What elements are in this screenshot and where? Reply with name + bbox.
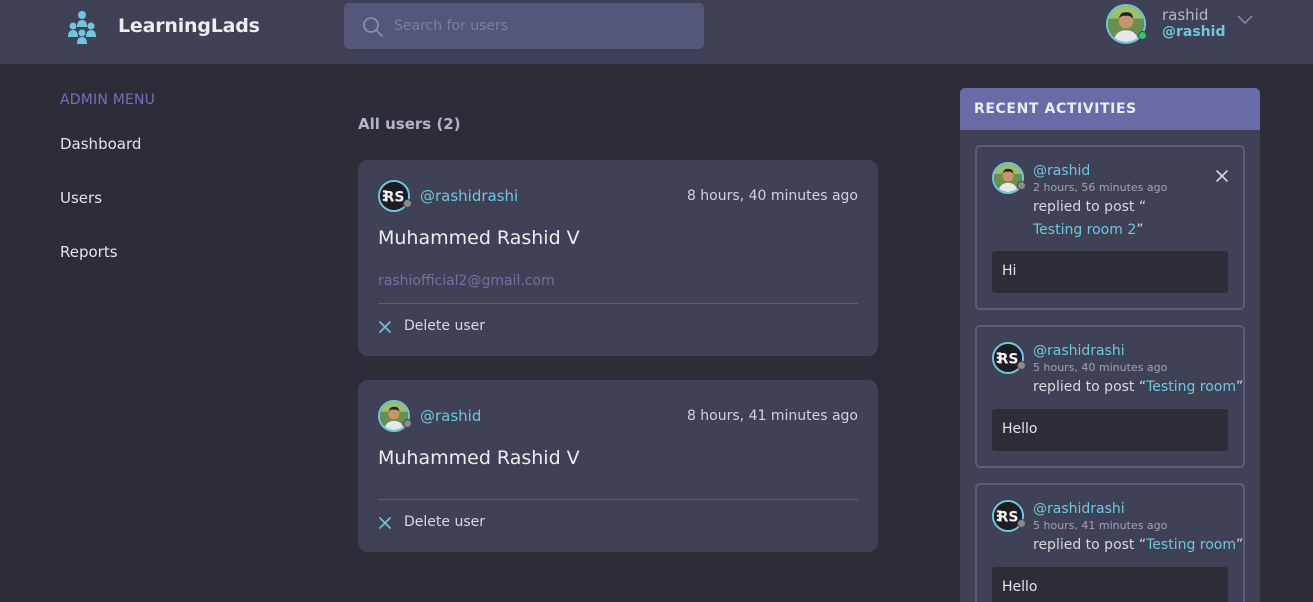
activity-message: Hello	[992, 567, 1228, 602]
activity-action: replied to post “	[1033, 199, 1147, 215]
activity-message: Hello	[992, 409, 1228, 451]
user-card: @rashid 8 hours, 41 minutes ago Muhammed…	[358, 380, 878, 552]
activity-item: @rashidrashi 5 hours, 41 minutes ago rep…	[975, 483, 1245, 602]
delete-user-button[interactable]: Delete user	[378, 512, 498, 532]
activity-description: replied to post “Testing room”	[1033, 379, 1243, 395]
learninglads-logo-icon[interactable]	[64, 9, 100, 45]
all-users-heading: All users (2)	[358, 115, 461, 133]
activity-message: Hi	[992, 251, 1228, 293]
search-input[interactable]	[394, 3, 694, 49]
activity-time: 5 hours, 41 minutes ago	[1033, 519, 1168, 532]
user-email: rashiofficial2@gmail.com	[378, 273, 555, 289]
card-divider	[378, 499, 858, 500]
activity-quote-close: ”	[1236, 537, 1244, 553]
activity-user-handle[interactable]: @rashidrashi	[1033, 501, 1125, 517]
activity-post-link[interactable]: Testing room 2	[1033, 222, 1136, 238]
user-created-time: 8 hours, 40 minutes ago	[686, 188, 858, 204]
activity-post-link[interactable]: Testing room	[1146, 537, 1236, 553]
user-handle-link[interactable]: @rashid	[420, 407, 481, 425]
activity-time: 5 hours, 40 minutes ago	[1033, 361, 1168, 374]
recent-activities-title: RECENT ACTIVITIES	[960, 88, 1260, 130]
activity-user-handle[interactable]: @rashid	[1033, 163, 1090, 179]
activity-post-line: Testing room 2”	[1033, 222, 1144, 238]
close-icon	[378, 320, 392, 334]
chevron-down-icon[interactable]	[1236, 12, 1254, 26]
header-user-handle: @rashid	[1162, 24, 1226, 40]
activity-time: 2 hours, 56 minutes ago	[1033, 181, 1168, 194]
close-icon	[378, 516, 392, 530]
search-icon	[363, 17, 383, 37]
activity-post-link[interactable]: Testing room	[1146, 379, 1236, 395]
brand-name[interactable]: LearningLads	[118, 15, 260, 37]
header-user-name: rashid	[1162, 6, 1209, 24]
user-created-time: 8 hours, 41 minutes ago	[686, 408, 858, 424]
activity-item: @rashidrashi 5 hours, 40 minutes ago rep…	[975, 325, 1245, 468]
offline-status-dot	[403, 419, 412, 428]
recent-activities-panel: RECENT ACTIVITIES @rashid 2 hours, 56 mi…	[960, 88, 1260, 602]
delete-user-label: Delete user	[404, 514, 485, 530]
delete-user-button[interactable]: Delete user	[378, 316, 498, 336]
close-icon[interactable]	[1215, 169, 1229, 183]
user-search[interactable]	[344, 3, 704, 49]
activity-action: replied to post “	[1033, 537, 1147, 553]
card-divider	[378, 303, 858, 304]
offline-status-dot	[1017, 519, 1026, 528]
offline-status-dot	[1017, 361, 1026, 370]
activity-quote-close: ”	[1136, 222, 1144, 238]
sidebar-item-reports[interactable]: Reports	[60, 243, 118, 261]
activity-user-handle[interactable]: @rashidrashi	[1033, 343, 1125, 359]
user-card: @rashidrashi 8 hours, 40 minutes ago Muh…	[358, 160, 878, 356]
admin-menu-title: ADMIN MENU	[60, 92, 156, 108]
sidebar-item-dashboard[interactable]: Dashboard	[60, 135, 141, 153]
user-full-name: Muhammed Rashid V	[378, 447, 580, 469]
user-menu[interactable]: rashid @rashid	[1106, 4, 1256, 44]
activity-item: @rashid 2 hours, 56 minutes ago replied …	[975, 145, 1245, 310]
activity-quote-close: ”	[1236, 379, 1244, 395]
activity-description: replied to post “	[1033, 199, 1146, 215]
activity-description: replied to post “Testing room”	[1033, 537, 1243, 553]
user-full-name: Muhammed Rashid V	[378, 227, 580, 249]
offline-status-dot	[403, 199, 412, 208]
online-status-dot	[1138, 31, 1147, 40]
delete-user-label: Delete user	[404, 318, 485, 334]
top-header: LearningLads rashid @rashid	[0, 0, 1313, 64]
user-handle-link[interactable]: @rashidrashi	[420, 187, 518, 205]
activity-action: replied to post “	[1033, 379, 1147, 395]
offline-status-dot	[1017, 181, 1026, 190]
sidebar-item-users[interactable]: Users	[60, 189, 102, 207]
